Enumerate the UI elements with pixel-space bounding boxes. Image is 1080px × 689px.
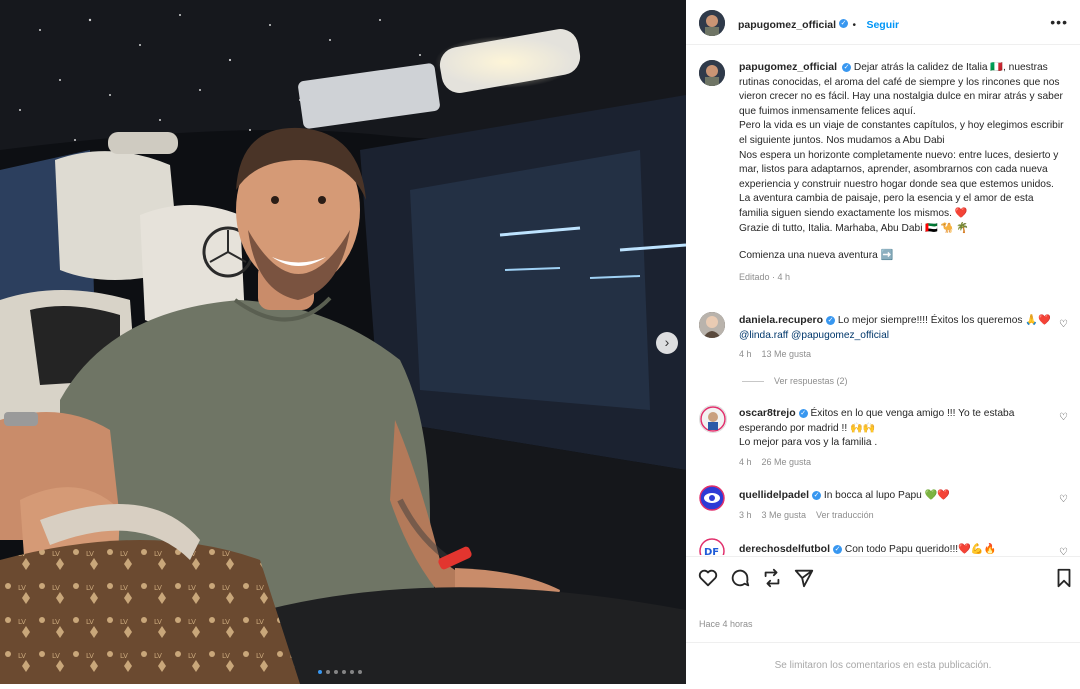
comment-like-icon[interactable]: ♡ [1059,319,1068,330]
caption-paragraph-5: Comienza una nueva aventura ➡️ [739,250,894,262]
comment-time: 4 h [739,456,752,467]
follow-button[interactable]: Seguir [866,19,899,31]
post-timestamp[interactable]: Hace 4 horas [699,619,753,629]
verified-icon: ✓ [812,490,822,500]
caption-paragraph-4: Grazie di tutto, Italia. Marhaba, Abu Da… [739,222,970,234]
comment-time: 4 h [739,349,752,360]
verified-icon: ✓ [833,544,843,554]
comment-item: oscar8trejo ✓ Éxitos en lo que venga amig… [739,406,1054,469]
comment-avatar[interactable] [699,312,725,338]
comment-item: quellidelpadel ✓ In bocca al lupo Papu 💚❤… [739,488,1054,522]
comments-limited-notice: Se limitaron los comentarios en esta pub… [686,642,1080,685]
svg-text:DF: DF [704,547,719,555]
save-icon[interactable] [1053,567,1075,589]
comment-like-icon[interactable]: ♡ [1059,547,1068,555]
verified-icon: ✓ [839,19,849,29]
post-actions-bar [686,556,1080,601]
carousel-dot [350,670,354,674]
comment-item: daniela.recupero ✓ Lo mejor siempre!!!! É… [739,313,1054,362]
translate-link[interactable]: Ver traducción [816,510,874,520]
like-icon[interactable] [697,567,719,589]
comment-likes[interactable]: 3 Me gusta [762,510,807,520]
share-icon[interactable] [761,567,783,589]
comment-text: Lo mejor siempre!!!! Éxitos los queremos… [837,315,1051,326]
post-panel: papugomez_official ✓ • Seguir ••• papugom… [686,0,1080,684]
comment-username[interactable]: oscar8trejo [739,407,796,419]
carousel-indicator [318,670,362,674]
comment-username[interactable]: quellidelpadel [739,489,809,501]
carousel-dot [334,670,338,674]
verified-icon: ✓ [798,408,808,418]
comment-avatar[interactable] [699,405,727,433]
post-caption: papugomez_official ✓ Dejar atrás la calid… [739,60,1064,284]
comment-username[interactable]: derechosdelfutbol [739,543,830,555]
comments-scroll-area[interactable]: papugomez_official ✓ Dejar atrás la calid… [686,45,1080,555]
view-replies-label[interactable]: Ver respuestas (2) [774,376,848,386]
comment-like-icon[interactable]: ♡ [1059,412,1068,423]
comment-item: derechosdelfutbol ✓ Con todo Papu querido… [739,542,1054,555]
comment-time: 3 h [739,509,752,520]
send-icon[interactable] [793,567,815,589]
caption-avatar[interactable] [699,60,725,86]
comment-icon[interactable] [729,567,751,589]
comment-avatar[interactable] [699,485,725,511]
photo-illustration: LV [0,0,686,684]
edited-label: Editado · 4 h [739,271,791,282]
verified-icon: ✓ [842,62,852,72]
comment-username[interactable]: daniela.recupero [739,314,823,326]
verified-icon: ✓ [826,315,836,325]
comment-text: Con todo Papu querido!!!❤️💪🔥 [844,544,997,555]
comment-text-2: Lo mejor para vos y la familia . [739,437,878,449]
author-username[interactable]: papugomez_official [738,19,836,31]
comment-likes[interactable]: 26 Me gusta [762,457,812,467]
comment-avatar[interactable]: DF [699,538,725,555]
carousel-dot [326,670,330,674]
comment-likes[interactable]: 13 Me gusta [762,349,812,359]
author-avatar[interactable] [699,10,725,36]
caption-username[interactable]: papugomez_official [739,61,837,73]
view-replies-button[interactable]: Ver respuestas (2) [742,376,848,386]
post-header: papugomez_official ✓ • Seguir ••• [686,0,1080,45]
comment-like-icon[interactable]: ♡ [1059,494,1068,505]
caption-paragraph-3: Nos espera un horizonte completamente nu… [739,149,1059,219]
carousel-dot [358,670,362,674]
carousel-next-button[interactable]: › [656,332,678,354]
carousel-dot [318,670,322,674]
comment-mentions[interactable]: @linda.raff @papugomez_official [739,330,889,341]
caption-paragraph-2: Pero la vida es un viaje de constantes c… [739,120,1064,146]
carousel-dot [342,670,346,674]
more-options-icon[interactable]: ••• [1050,14,1068,30]
comment-text: In bocca al lupo Papu 💚❤️ [823,490,951,501]
post-image[interactable]: LV [0,0,686,684]
